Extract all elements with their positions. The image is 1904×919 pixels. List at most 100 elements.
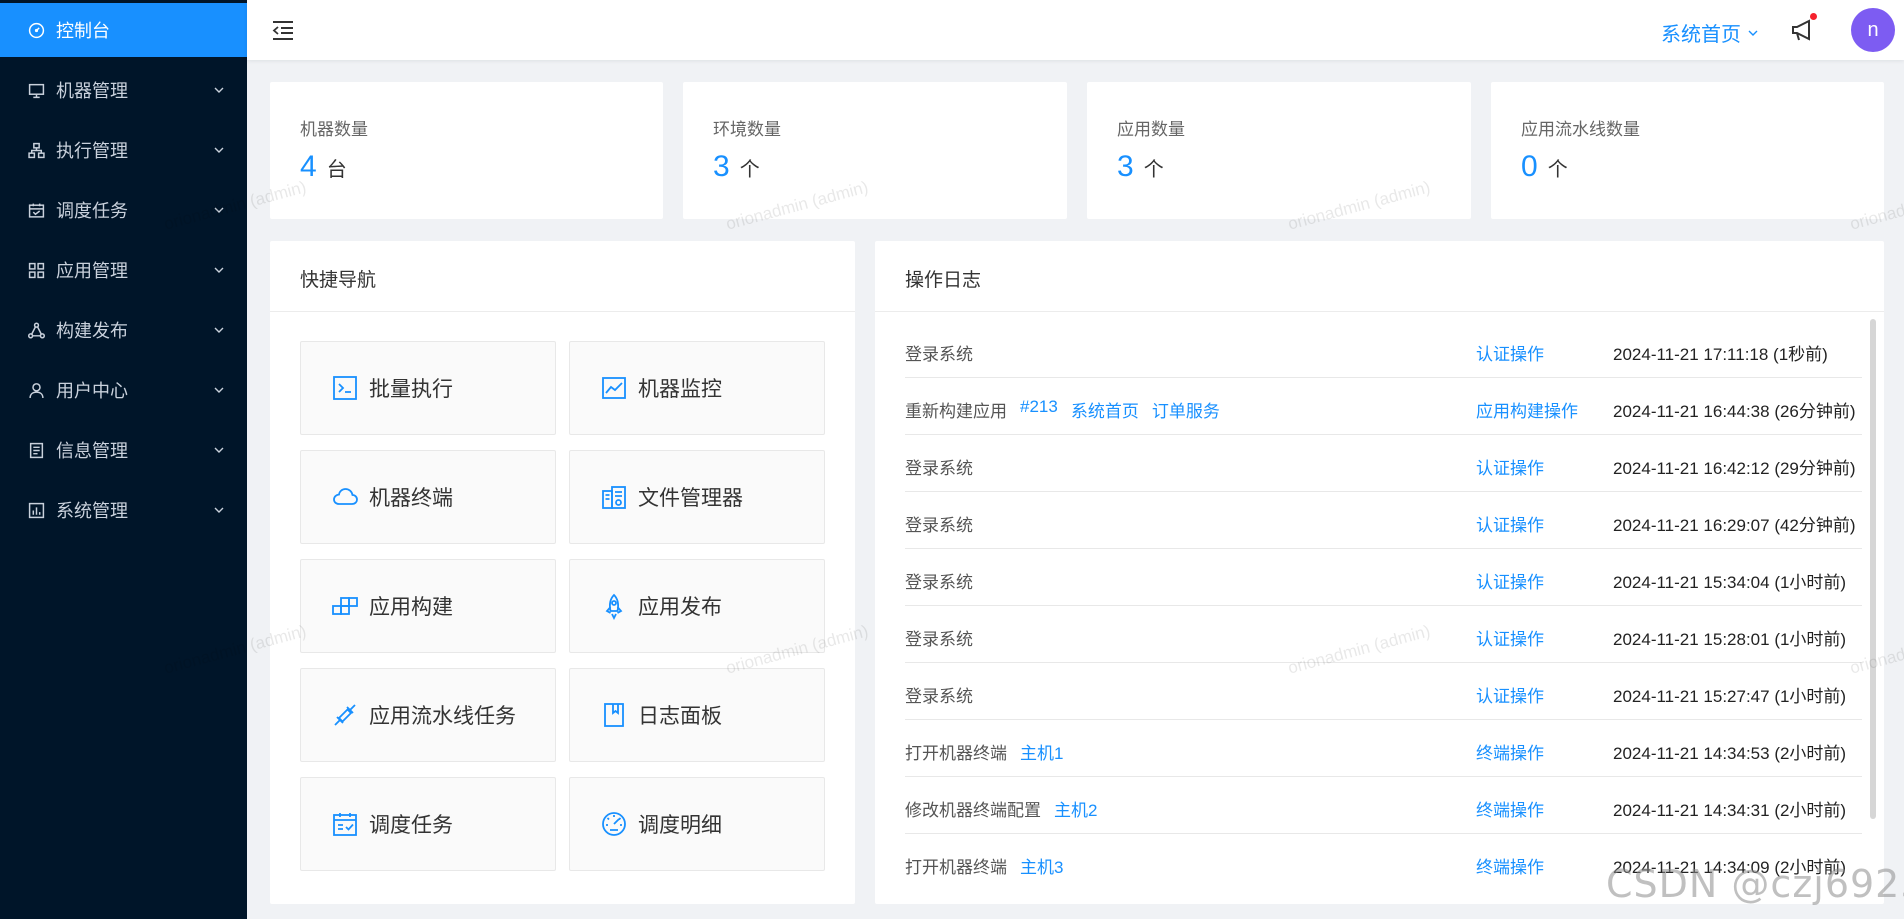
- log-type-link[interactable]: 终端操作: [1476, 796, 1544, 821]
- menu-fold-icon[interactable]: [271, 19, 295, 41]
- log-row: 修改机器终端配置 主机2 终端操作 2024-11-21 14:34:31 (2…: [905, 777, 1862, 834]
- chevron-down-icon: [214, 207, 224, 213]
- panel-title: 操作日志: [905, 270, 982, 291]
- log-book-icon: [600, 701, 628, 729]
- quick-nav-schedule-task[interactable]: 调度任务: [300, 777, 556, 871]
- log-app-link[interactable]: 系统首页: [1071, 397, 1139, 422]
- system-home-dropdown[interactable]: 系统首页: [1661, 18, 1759, 47]
- system-icon: [26, 500, 46, 520]
- avatar-letter: n: [1867, 18, 1879, 41]
- log-type-link[interactable]: 终端操作: [1476, 853, 1544, 878]
- log-action: 登录系统: [905, 573, 973, 592]
- rocket-icon: [600, 592, 628, 620]
- panel-title: 快捷导航: [300, 270, 377, 291]
- log-row: 登录系统 认证操作 2024-11-21 16:42:12 (29分钟前): [905, 435, 1862, 492]
- divider: [270, 311, 855, 312]
- quick-nav-schedule-detail[interactable]: 调度明细: [569, 777, 825, 871]
- stat-unit: 台: [326, 159, 347, 181]
- chevron-down-icon: [1748, 30, 1758, 36]
- log-time: 2024-11-21 17:11:18 (1秒前): [1613, 345, 1828, 364]
- quick-nav-terminal[interactable]: 机器终端: [300, 450, 556, 544]
- log-time: 2024-11-21 16:42:12 (29分钟前): [1613, 459, 1856, 478]
- log-scrollbar[interactable]: [1870, 319, 1876, 819]
- sidebar-item-user-center[interactable]: 用户中心: [0, 363, 247, 417]
- sidebar-item-schedule[interactable]: 调度任务: [0, 183, 247, 237]
- log-type-link[interactable]: 认证操作: [1476, 340, 1544, 365]
- quick-nav-label: 调度任务: [369, 814, 453, 837]
- chevron-down-icon: [214, 327, 224, 333]
- terminal-icon: [331, 374, 359, 402]
- schedule-icon: [26, 200, 46, 220]
- quick-nav-batch-exec[interactable]: 批量执行: [300, 341, 556, 435]
- sidebar-item-dashboard[interactable]: 控制台: [0, 3, 247, 57]
- log-type-link[interactable]: 终端操作: [1476, 739, 1544, 764]
- quick-nav-label: 应用发布: [638, 596, 722, 619]
- log-type-link[interactable]: 认证操作: [1476, 625, 1544, 650]
- quick-nav-monitor[interactable]: 机器监控: [569, 341, 825, 435]
- notification-button[interactable]: [1789, 13, 1817, 44]
- log-host-link[interactable]: 主机2: [1054, 796, 1097, 821]
- quick-nav-app-build[interactable]: 应用构建: [300, 559, 556, 653]
- log-host-link[interactable]: 主机3: [1020, 853, 1063, 878]
- log-type-link[interactable]: 认证操作: [1476, 454, 1544, 479]
- log-row: 登录系统 认证操作 2024-11-21 15:28:01 (1小时前): [905, 606, 1862, 663]
- log-time: 2024-11-21 16:44:38 (26分钟前): [1613, 402, 1856, 421]
- quick-nav-label: 机器终端: [369, 487, 453, 510]
- log-service-link[interactable]: 订单服务: [1152, 397, 1220, 422]
- sidebar-item-deploy[interactable]: 构建发布: [0, 303, 247, 357]
- quick-nav-log-panel[interactable]: 日志面板: [569, 668, 825, 762]
- sidebar-item-label: 构建发布: [56, 321, 128, 341]
- log-row: 打开机器终端 主机1 终端操作 2024-11-21 14:34:53 (2小时…: [905, 720, 1862, 777]
- log-type-link[interactable]: 认证操作: [1476, 568, 1544, 593]
- stat-number: 4: [300, 150, 317, 183]
- quick-nav-app-release[interactable]: 应用发布: [569, 559, 825, 653]
- apps-icon: [26, 260, 46, 280]
- notification-dot: [1810, 13, 1817, 20]
- sidebar-item-label: 系统管理: [56, 501, 128, 521]
- chevron-down-icon: [214, 447, 224, 453]
- sidebar-item-label: 控制台: [56, 21, 110, 41]
- stat-label: 环境数量: [713, 120, 781, 139]
- stat-label: 应用流水线数量: [1521, 120, 1640, 139]
- sidebar-item-apps[interactable]: 应用管理: [0, 243, 247, 297]
- sidebar-item-label: 应用管理: [56, 261, 128, 281]
- quick-nav-label: 日志面板: [638, 705, 722, 728]
- log-type-link[interactable]: 认证操作: [1476, 682, 1544, 707]
- calendar-check-icon: [331, 810, 359, 838]
- log-row: 重新构建应用 #213 系统首页 订单服务 应用构建操作 2024-11-21 …: [905, 378, 1862, 435]
- stat-card-pipelines: 应用流水线数量 0个: [1491, 82, 1884, 219]
- stat-card-environments: 环境数量 3个: [683, 82, 1067, 219]
- log-type-link[interactable]: 应用构建操作: [1476, 397, 1578, 422]
- file-list-icon: [26, 440, 46, 460]
- sidebar-item-system[interactable]: 系统管理: [0, 483, 247, 537]
- chevron-down-icon: [214, 507, 224, 513]
- log-host-link[interactable]: 主机1: [1020, 739, 1063, 764]
- file-manager-icon: [600, 483, 628, 511]
- log-action: 打开机器终端: [905, 858, 1007, 877]
- log-action: 登录系统: [905, 687, 973, 706]
- log-row: 打开机器终端 主机3 终端操作 2024-11-21 14:34:09 (2小时…: [905, 834, 1862, 891]
- quick-nav-label: 应用流水线任务: [369, 705, 516, 728]
- stat-number: 3: [1117, 150, 1134, 183]
- log-time: 2024-11-21 14:34:31 (2小时前): [1613, 801, 1847, 820]
- sidebar-item-info[interactable]: 信息管理: [0, 423, 247, 477]
- stat-number: 3: [713, 150, 730, 183]
- sidebar-item-machines[interactable]: 机器管理: [0, 63, 247, 117]
- log-build-number-link[interactable]: #213: [1020, 397, 1058, 422]
- chevron-down-icon: [214, 387, 224, 393]
- log-row: 登录系统 认证操作 2024-11-21 17:11:18 (1秒前): [905, 321, 1862, 378]
- pipeline-icon: [331, 701, 359, 729]
- stat-label: 应用数量: [1117, 120, 1185, 139]
- avatar[interactable]: n: [1851, 8, 1895, 52]
- sidebar-item-exec[interactable]: 执行管理: [0, 123, 247, 177]
- quick-nav-label: 应用构建: [369, 596, 453, 619]
- log-time: 2024-11-21 15:27:47 (1小时前): [1613, 687, 1847, 706]
- log-action: 登录系统: [905, 345, 973, 364]
- log-row: 登录系统 认证操作 2024-11-21 15:34:04 (1小时前): [905, 549, 1862, 606]
- quick-nav-pipeline-task[interactable]: 应用流水线任务: [300, 668, 556, 762]
- log-type-link[interactable]: 认证操作: [1476, 511, 1544, 536]
- sidebar: 控制台 机器管理 执行管理 调度任务 应用管理 构建发布 用户中心 信息管理 系…: [0, 0, 247, 919]
- quick-nav-file-manager[interactable]: 文件管理器: [569, 450, 825, 544]
- sidebar-item-label: 用户中心: [56, 381, 128, 401]
- user-icon: [26, 380, 46, 400]
